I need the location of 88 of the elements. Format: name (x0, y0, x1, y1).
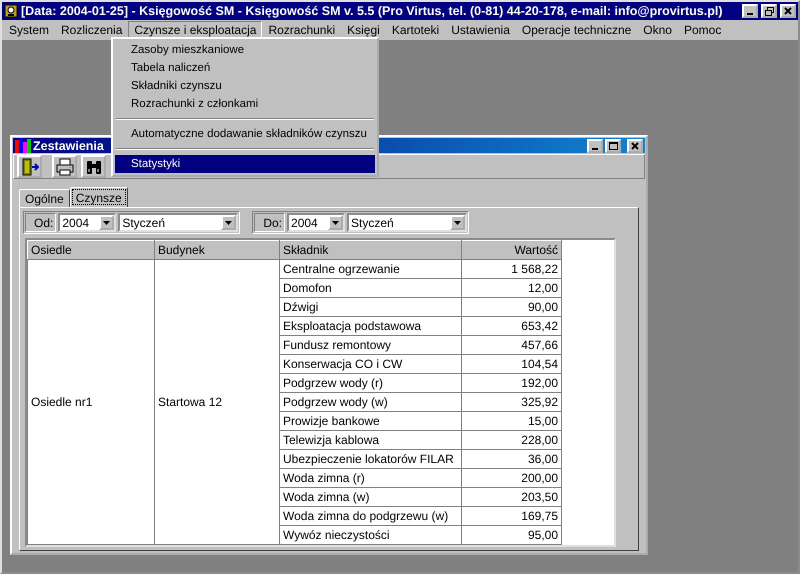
tab[interactable]: Ogólne (19, 189, 70, 207)
table-cell: Fundusz remontowy (280, 336, 462, 354)
dropdown-button[interactable] (99, 215, 114, 230)
table-cell: 192,00 (462, 374, 562, 392)
caret-icon (103, 220, 110, 224)
table-cell: Podgrzew wody (w) (280, 392, 462, 412)
tab[interactable]: Czynsze (70, 187, 128, 207)
table-cell: 12,00 (462, 278, 562, 298)
menu-entry[interactable]: Automatyczne dodawanie składników czynszu (115, 125, 375, 143)
filter-label: Do: (254, 213, 286, 232)
table-cell: Startowa 12 (154, 260, 280, 544)
menu-entry[interactable]: Statystyki (115, 155, 375, 173)
minimize-button[interactable] (742, 4, 758, 18)
dropdown-button[interactable] (328, 215, 344, 230)
table-cell: 653,42 (462, 316, 562, 336)
table-cell: Konserwacja CO i CW (280, 354, 462, 374)
table-cell: Woda zimna (w) (280, 488, 462, 506)
app-icon (4, 4, 18, 18)
minimize-icon (747, 13, 753, 15)
maximize-icon (608, 141, 618, 150)
table-cell: Wywóz nieczystości (280, 526, 462, 544)
table-cell: Dźwigi (280, 298, 462, 316)
menu-item[interactable]: Rozliczenia (55, 21, 128, 39)
table-cell: 1 568,22 (462, 260, 562, 278)
table-cell: 104,54 (462, 354, 562, 374)
restore-button[interactable] (761, 4, 777, 18)
exit-button[interactable] (17, 155, 42, 178)
column-header[interactable]: Budynek (154, 240, 280, 260)
column-header[interactable]: Wartość (462, 240, 562, 260)
restore-icon (764, 6, 774, 16)
table-cell: 95,00 (462, 526, 562, 544)
dropdown-button[interactable] (221, 215, 236, 230)
table-cell: 228,00 (462, 430, 562, 450)
year-select[interactable]: 2004 (287, 213, 346, 232)
table-cell: 90,00 (462, 298, 562, 316)
column-header[interactable]: Osiedle (28, 240, 154, 260)
menu-item[interactable]: Okno (637, 21, 678, 39)
printer-icon (56, 158, 74, 176)
bar-chart-icon (15, 138, 31, 153)
table-cell: Podgrzew wody (r) (280, 374, 462, 392)
menu-item[interactable]: Kartoteki (386, 21, 446, 39)
table-cell: Centralne ogrzewanie (280, 260, 462, 278)
menu-entry[interactable]: Tabela naliczeń (115, 59, 375, 77)
close-icon (784, 7, 792, 15)
window-title: [Data: 2004-01-25] - Księgowość SM - Księgowość SM v. 5.5 (Pro Virtus, tel. (0-81) 44-20-178, e-mail: info@provirtus.pl) (21, 4, 724, 18)
year-select[interactable]: 2004 (58, 213, 116, 232)
menu-item[interactable]: Księgi (341, 21, 386, 39)
find-button[interactable] (81, 155, 106, 178)
close-icon (631, 142, 639, 150)
minimize-button[interactable] (587, 138, 603, 152)
table-cell: Prowizje bankowe (280, 412, 462, 430)
table-cell: 325,92 (462, 392, 562, 412)
month-select[interactable]: Styczeń (118, 213, 238, 232)
door-exit-icon (20, 158, 38, 176)
minimize-icon (592, 148, 598, 150)
caret-icon (225, 220, 232, 224)
menu-entry[interactable]: Zasoby mieszkaniowe (115, 41, 375, 59)
table-cell: Eksploatacja podstawowa (280, 316, 462, 336)
menu-item[interactable]: Ustawienia (445, 21, 516, 39)
month-select[interactable]: Styczeń (347, 213, 468, 232)
menu-entry[interactable]: Rozrachunki z członkami (115, 95, 375, 113)
menu-item[interactable]: Operacje techniczne (516, 21, 638, 39)
caret-icon (454, 220, 462, 224)
table-cell: Domofon (280, 278, 462, 298)
close-button[interactable] (627, 138, 643, 152)
maximize-button[interactable] (605, 138, 621, 152)
print-button[interactable] (52, 155, 77, 178)
table-cell: 169,75 (462, 506, 562, 526)
table-cell: 203,50 (462, 488, 562, 506)
table-cell: Ubezpieczenie lokatorów FILAR (280, 450, 462, 468)
table-cell: Telewizja kablowa (280, 430, 462, 450)
table-cell: 200,00 (462, 468, 562, 488)
child-window-title: Zestawienia (33, 138, 105, 152)
table-cell: 36,00 (462, 450, 562, 468)
column-header[interactable]: Składnik (280, 240, 462, 260)
menu-item[interactable]: Pomoc (678, 21, 728, 39)
dropdown-button[interactable] (450, 215, 466, 230)
caret-icon (332, 220, 340, 224)
table-cell: Osiedle nr1 (28, 260, 154, 544)
table-cell: 457,66 (462, 336, 562, 354)
menu-entry[interactable]: Składniki czynszu (115, 77, 375, 95)
menu-item[interactable]: System (3, 21, 56, 39)
filter-label: Od: (25, 213, 56, 232)
table-cell: Woda zimna do podgrzewu (w) (280, 506, 462, 526)
close-button[interactable] (780, 4, 796, 18)
table-cell: 15,00 (462, 412, 562, 430)
table-cell: Woda zimna (r) (280, 468, 462, 488)
menu-item[interactable]: Rozrachunki (262, 21, 342, 39)
